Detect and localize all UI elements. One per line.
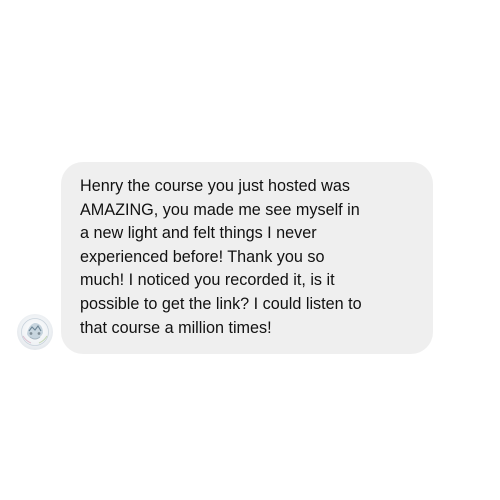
chat-screen: Henry the course you just hosted was AMA… (0, 0, 500, 500)
profile-avatar-icon (17, 314, 53, 350)
message-text: Henry the course you just hosted was AMA… (80, 177, 362, 337)
sender-avatar[interactable] (17, 314, 53, 350)
incoming-message-bubble[interactable]: Henry the course you just hosted was AMA… (61, 162, 433, 354)
incoming-message-row: Henry the course you just hosted was AMA… (0, 0, 500, 500)
